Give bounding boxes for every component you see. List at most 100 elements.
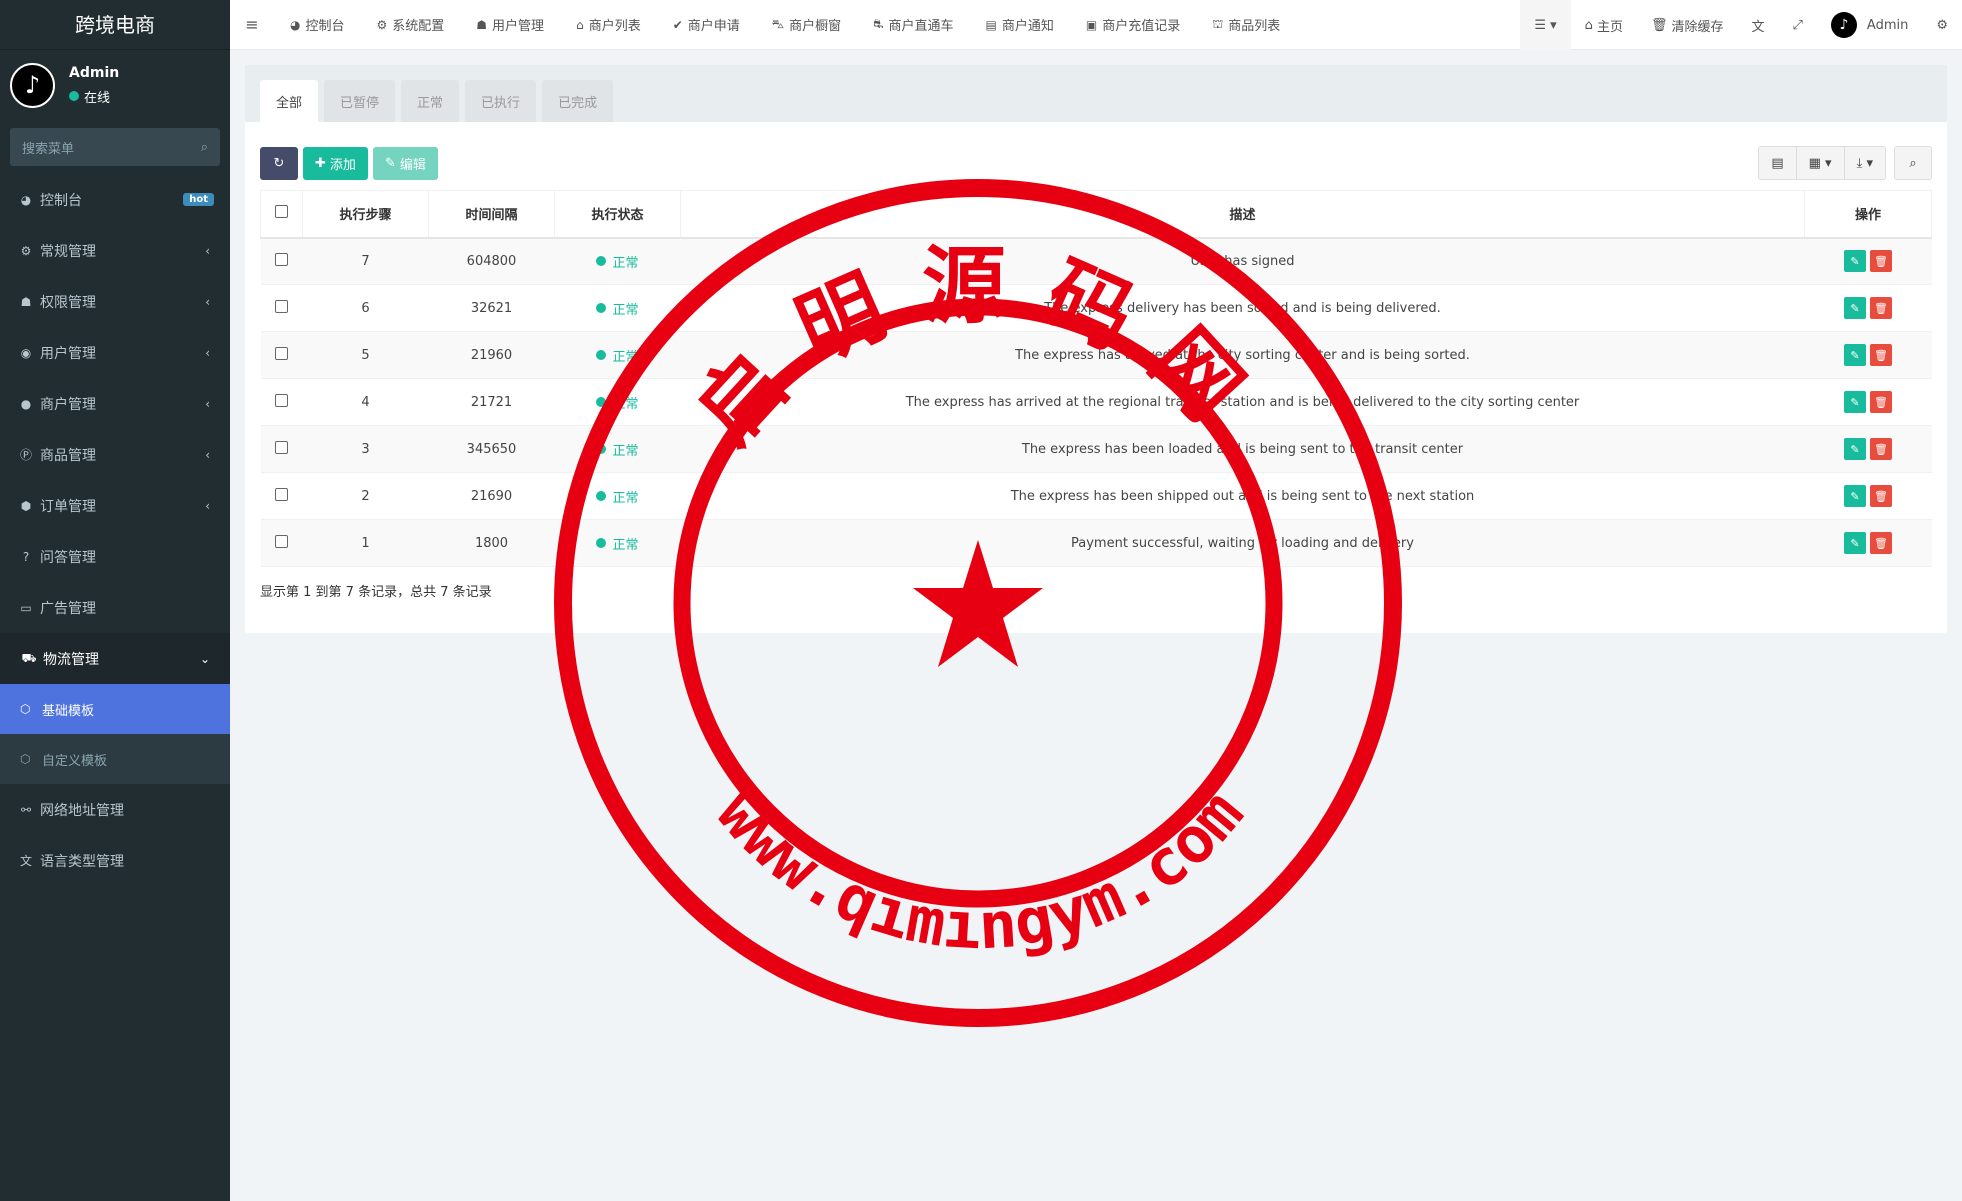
tab-recharge-records[interactable]: ▣ 商户充值记录 — [1070, 0, 1196, 50]
tab-list-dropdown[interactable]: ☰ ▾ — [1520, 0, 1571, 50]
select-all-checkbox[interactable] — [275, 205, 288, 219]
app-title[interactable]: 跨境电商 — [0, 0, 230, 50]
row-select-cell[interactable] — [260, 284, 303, 332]
tab-merchant-apply[interactable]: ✔ 商户申请 — [657, 0, 756, 50]
status-badge[interactable]: 正常 — [596, 252, 639, 271]
row-checkbox[interactable] — [275, 440, 288, 454]
add-button[interactable]: ✚ 添加 — [303, 146, 368, 180]
table-row[interactable]: 5 21960 正常 The express has arrived at the c… — [260, 331, 1932, 379]
sidebar-search-input[interactable]: 搜索菜单 ⌕ — [10, 128, 220, 166]
row-select-cell[interactable] — [260, 378, 303, 426]
tab-normal[interactable]: 正常 — [401, 80, 460, 122]
sidebar-item-logistics[interactable]: ⛟ 物流管理 ⌄ — [0, 633, 230, 684]
clear-cache-button[interactable]: 🗑 清除缓存 — [1637, 0, 1738, 50]
row-checkbox[interactable] — [275, 299, 288, 313]
edit-row-button[interactable]: ✎ — [1844, 344, 1866, 366]
col-description[interactable]: 描述 — [680, 190, 1805, 239]
row-checkbox[interactable] — [275, 534, 288, 548]
row-checkbox[interactable] — [275, 346, 288, 360]
list-alt-icon: ▤ — [1771, 155, 1784, 171]
tab-executed[interactable]: 已执行 — [465, 80, 537, 122]
select-all-cell[interactable] — [260, 190, 303, 239]
delete-row-button[interactable]: 🗑 — [1870, 438, 1892, 460]
delete-row-button[interactable]: 🗑 — [1870, 485, 1892, 507]
tab-all[interactable]: 全部 — [260, 80, 319, 122]
tab-paused[interactable]: 已暂停 — [324, 80, 396, 122]
sidebar-item-merchants[interactable]: ● 商户管理 ‹ — [0, 378, 230, 429]
sidebar-item-ads[interactable]: ▭ 广告管理 — [0, 582, 230, 633]
edit-row-button[interactable]: ✎ — [1844, 250, 1866, 273]
tab-merchant-list[interactable]: ⌂ 商户列表 — [560, 0, 657, 50]
settings-button[interactable]: ⚙ — [1922, 0, 1962, 50]
sidebar-item-network[interactable]: ⚯ 网络地址管理 — [0, 784, 230, 835]
tab-dashboard[interactable]: ◕ 控制台 — [274, 0, 361, 50]
delete-row-button[interactable]: 🗑 — [1870, 532, 1892, 554]
tab-merchant-window[interactable]: ⛍ 商户橱窗 — [756, 0, 857, 50]
row-checkbox[interactable] — [275, 393, 288, 407]
sidebar-item-dashboard[interactable]: ◕ 控制台 hot — [0, 174, 230, 225]
col-interval[interactable]: 时间间隔 — [428, 190, 555, 239]
tab-system-config[interactable]: ⚙ 系统配置 — [361, 0, 461, 50]
table-row[interactable]: 4 21721 正常 The express has arrived at the r… — [260, 378, 1932, 426]
search-button[interactable]: ⌕ — [1894, 146, 1932, 180]
col-status[interactable]: 执行状态 — [554, 190, 681, 239]
row-select-cell[interactable] — [260, 237, 303, 285]
sidebar-item-products[interactable]: Ⓟ 商品管理 ‹ — [0, 429, 230, 480]
edit-button[interactable]: ✎ 编辑 — [372, 146, 438, 180]
edit-row-button[interactable]: ✎ — [1844, 297, 1866, 319]
edit-row-button[interactable]: ✎ — [1844, 391, 1866, 413]
tab-users[interactable]: ☗ 用户管理 — [460, 0, 560, 50]
toggle-view-button[interactable]: ▤ — [1759, 147, 1797, 179]
status-badge[interactable]: 正常 — [596, 299, 639, 318]
status-badge[interactable]: 正常 — [596, 534, 639, 553]
delete-row-button[interactable]: 🗑 — [1870, 250, 1892, 273]
sidebar-item-general[interactable]: ⚙ 常规管理 ‹ — [0, 225, 230, 276]
menu-toggle-icon[interactable]: ≡ — [230, 15, 274, 34]
sidebar-item-custom-template[interactable]: ⬡ 自定义模板 — [0, 734, 230, 784]
table-row[interactable]: 7 604800 正常 User has signed ✎ 🗑 — [260, 237, 1932, 285]
admin-menu[interactable]: ♪ Admin — [1817, 0, 1922, 50]
table-row[interactable]: 1 1800 正常 Payment successful, waiting for l… — [260, 519, 1932, 567]
add-label: 添加 — [329, 157, 356, 173]
cubes-icon: ⬡ — [20, 752, 31, 766]
table-row[interactable]: 2 21690 正常 The express has been shipped out… — [260, 472, 1932, 520]
sidebar-item-basic-template[interactable]: ⬡ 基础模板 — [0, 684, 230, 734]
sidebar-item-users[interactable]: ◉ 用户管理 ‹ — [0, 327, 230, 378]
row-select-cell[interactable] — [260, 472, 303, 520]
row-checkbox[interactable] — [275, 487, 288, 501]
fullscreen-button[interactable]: ⤢ — [1779, 0, 1817, 50]
col-step[interactable]: 执行步骤 — [302, 190, 429, 239]
columns-dropdown[interactable]: ▦ ▾ — [1797, 147, 1845, 179]
status-badge[interactable]: 正常 — [596, 346, 639, 365]
tab-product-list[interactable]: ⛫ 商品列表 — [1196, 0, 1296, 50]
cell-status: 正常 — [554, 331, 681, 379]
row-select-cell[interactable] — [260, 425, 303, 473]
row-select-cell[interactable] — [260, 331, 303, 379]
sidebar-item-language[interactable]: 文语言类型管理 — [0, 835, 230, 886]
row-checkbox[interactable] — [275, 252, 288, 266]
edit-row-button[interactable]: ✎ — [1844, 532, 1866, 554]
status-badge[interactable]: 正常 — [596, 487, 639, 506]
edit-row-button[interactable]: ✎ — [1844, 485, 1866, 507]
tab-completed[interactable]: 已完成 — [542, 80, 614, 122]
delete-row-button[interactable]: 🗑 — [1870, 344, 1892, 366]
table-row[interactable]: 6 32621 正常 The express delivery has been so… — [260, 284, 1932, 332]
refresh-button[interactable]: ↻ — [260, 146, 298, 180]
tab-merchant-notice[interactable]: ▤ 商户通知 — [970, 0, 1070, 50]
sidebar-item-auth[interactable]: ☗ 权限管理 ‹ — [0, 276, 230, 327]
home-link[interactable]: ⌂ 主页 — [1571, 0, 1637, 50]
status-badge[interactable]: 正常 — [596, 440, 639, 459]
tab-merchant-express[interactable]: ⛐ 商户直通车 — [857, 0, 969, 50]
export-dropdown[interactable]: ⤓ ▾ — [1845, 147, 1885, 179]
cell-step: 3 — [302, 425, 429, 473]
sidebar-item-qa[interactable]: ? 问答管理 — [0, 531, 230, 582]
search-icon[interactable]: ⌕ — [201, 140, 208, 155]
delete-row-button[interactable]: 🗑 — [1870, 391, 1892, 413]
delete-row-button[interactable]: 🗑 — [1870, 297, 1892, 319]
row-select-cell[interactable] — [260, 519, 303, 567]
status-badge[interactable]: 正常 — [596, 393, 639, 412]
table-row[interactable]: 3 345650 正常 The express has been loaded and… — [260, 425, 1932, 473]
translate-button[interactable]: 文 — [1737, 0, 1778, 50]
sidebar-item-orders[interactable]: ⬢ 订单管理 ‹ — [0, 480, 230, 531]
edit-row-button[interactable]: ✎ — [1844, 438, 1866, 460]
